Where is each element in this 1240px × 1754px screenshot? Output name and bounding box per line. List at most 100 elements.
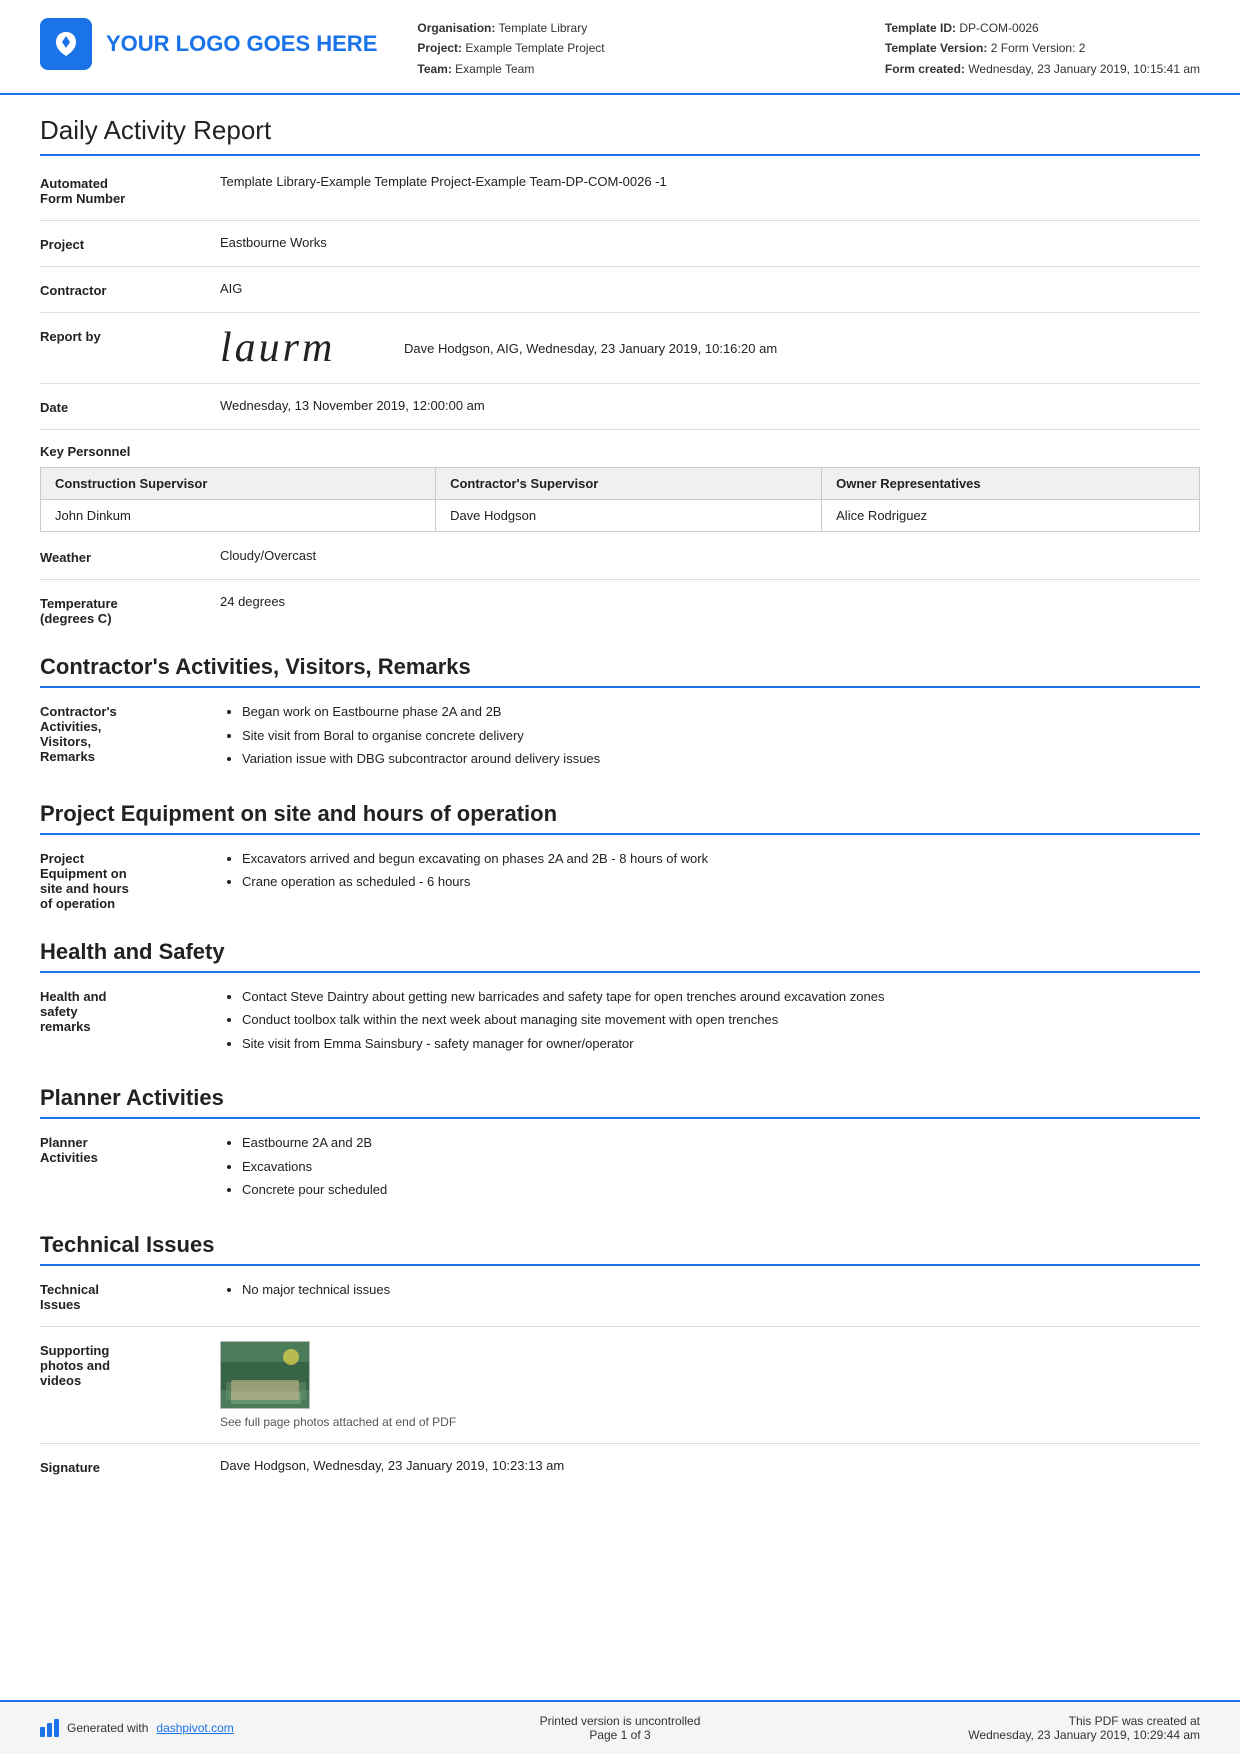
personnel-label: Key Personnel	[40, 444, 1200, 459]
personnel-section: Key Personnel Construction Supervisor Co…	[40, 444, 1200, 532]
list-item: Excavations	[242, 1157, 1200, 1177]
final-signature-label: Signature	[40, 1458, 220, 1475]
form-created-value: Wednesday, 23 January 2019, 10:15:41 am	[968, 62, 1200, 76]
photos-content: See full page photos attached at end of …	[220, 1341, 456, 1429]
form-number-value: Template Library-Example Template Projec…	[220, 174, 1200, 189]
personnel-col2-header: Contractor's Supervisor	[436, 468, 822, 500]
signature-area: laurm Dave Hodgson, AIG, Wednesday, 23 J…	[220, 327, 1200, 369]
logo-area: YOUR LOGO GOES HERE	[40, 18, 377, 70]
project-field-label: Project	[40, 235, 220, 252]
dashpivot-icon	[40, 1719, 59, 1737]
contractors-activities-heading: Contractor's Activities, Visitors, Remar…	[40, 654, 1200, 688]
logo-text: YOUR LOGO GOES HERE	[106, 31, 377, 57]
personnel-cell-3: Alice Rodriguez	[822, 500, 1200, 532]
temperature-label: Temperature(degrees C)	[40, 594, 220, 626]
list-item: Variation issue with DBG subcontractor a…	[242, 749, 1200, 769]
personnel-cell-1: John Dinkum	[41, 500, 436, 532]
planner-heading: Planner Activities	[40, 1085, 1200, 1119]
team-value: Example Team	[455, 62, 534, 76]
contractor-field-label: Contractor	[40, 281, 220, 298]
logo-icon	[40, 18, 92, 70]
project-row: Project Eastbourne Works	[40, 235, 1200, 252]
date-field-value: Wednesday, 13 November 2019, 12:00:00 am	[220, 398, 1200, 413]
main-content: Daily Activity Report AutomatedForm Numb…	[0, 95, 1240, 1565]
equipment-row: ProjectEquipment onsite and hoursof oper…	[40, 849, 1200, 911]
equipment-list: Excavators arrived and begun excavating …	[220, 849, 1200, 896]
report-by-label: Report by	[40, 327, 220, 344]
report-by-row: Report by laurm Dave Hodgson, AIG, Wedne…	[40, 327, 1200, 369]
signature-drawing: laurm	[220, 327, 380, 369]
contractor-field-value: AIG	[220, 281, 1200, 296]
list-item: Began work on Eastbourne phase 2A and 2B	[242, 702, 1200, 722]
contractor-row: Contractor AIG	[40, 281, 1200, 298]
list-item: Crane operation as scheduled - 6 hours	[242, 872, 1200, 892]
technical-label: TechnicalIssues	[40, 1280, 220, 1312]
logo-svg	[50, 28, 82, 60]
weather-label: Weather	[40, 548, 220, 565]
health-safety-row: Health andsafetyremarks Contact Steve Da…	[40, 987, 1200, 1058]
weather-value: Cloudy/Overcast	[220, 548, 1200, 563]
report-by-text: Dave Hodgson, AIG, Wednesday, 23 January…	[404, 341, 777, 356]
photos-row: Supportingphotos andvideos See full page…	[40, 1341, 1200, 1429]
health-safety-list: Contact Steve Daintry about getting new …	[220, 987, 1200, 1058]
weather-row: Weather Cloudy/Overcast	[40, 548, 1200, 565]
form-number-row: AutomatedForm Number Template Library-Ex…	[40, 174, 1200, 206]
project-value: Example Template Project	[465, 41, 604, 55]
contractors-activities-label: Contractor'sActivities,Visitors,Remarks	[40, 702, 220, 764]
personnel-col3-header: Owner Representatives	[822, 468, 1200, 500]
org-value: Template Library	[499, 21, 588, 35]
date-field-label: Date	[40, 398, 220, 415]
footer-page-text: Page 1 of 3	[427, 1728, 814, 1742]
project-label: Project:	[417, 41, 462, 55]
personnel-cell-2: Dave Hodgson	[436, 500, 822, 532]
technical-row: TechnicalIssues No major technical issue…	[40, 1280, 1200, 1312]
personnel-table: Construction Supervisor Contractor's Sup…	[40, 467, 1200, 532]
list-item: Contact Steve Daintry about getting new …	[242, 987, 1200, 1007]
footer-generated-text: Generated with	[67, 1721, 148, 1735]
form-created-label: Form created:	[885, 62, 965, 76]
personnel-data-row: John Dinkum Dave Hodgson Alice Rodriguez	[41, 500, 1200, 532]
report-by-value: laurm Dave Hodgson, AIG, Wednesday, 23 J…	[220, 327, 1200, 369]
final-signature-value: Dave Hodgson, Wednesday, 23 January 2019…	[220, 1458, 1200, 1473]
health-safety-heading: Health and Safety	[40, 939, 1200, 973]
footer-link[interactable]: dashpivot.com	[156, 1721, 233, 1735]
header-meta: Organisation: Template Library Project: …	[417, 18, 885, 79]
list-item: Conduct toolbox talk within the next wee…	[242, 1010, 1200, 1030]
footer: Generated with dashpivot.com Printed ver…	[0, 1700, 1240, 1754]
planner-list: Eastbourne 2A and 2B Excavations Concret…	[220, 1133, 1200, 1204]
form-number-label: AutomatedForm Number	[40, 174, 220, 206]
personnel-col1-header: Construction Supervisor	[41, 468, 436, 500]
final-signature-row: Signature Dave Hodgson, Wednesday, 23 Ja…	[40, 1458, 1200, 1475]
temperature-value: 24 degrees	[220, 594, 1200, 609]
health-safety-label: Health andsafetyremarks	[40, 987, 220, 1034]
template-version-value: 2 Form Version: 2	[991, 41, 1086, 55]
footer-right-text: This PDF was created atWednesday, 23 Jan…	[968, 1714, 1200, 1742]
technical-heading: Technical Issues	[40, 1232, 1200, 1266]
photos-label: Supportingphotos andvideos	[40, 1341, 220, 1388]
list-item: Excavators arrived and begun excavating …	[242, 849, 1200, 869]
equipment-heading: Project Equipment on site and hours of o…	[40, 801, 1200, 835]
date-row: Date Wednesday, 13 November 2019, 12:00:…	[40, 398, 1200, 415]
planner-label: PlannerActivities	[40, 1133, 220, 1165]
equipment-label: ProjectEquipment onsite and hoursof oper…	[40, 849, 220, 911]
footer-uncontrolled-text: Printed version is uncontrolled	[427, 1714, 814, 1728]
header-right: Template ID: DP-COM-0026 Template Versio…	[885, 18, 1200, 79]
footer-center: Printed version is uncontrolled Page 1 o…	[427, 1714, 814, 1742]
photo-thumbnail	[220, 1341, 310, 1409]
photos-caption: See full page photos attached at end of …	[220, 1415, 456, 1429]
org-label: Organisation:	[417, 21, 495, 35]
project-field-value: Eastbourne Works	[220, 235, 1200, 250]
contractors-activities-row: Contractor'sActivities,Visitors,Remarks …	[40, 702, 1200, 773]
list-item: Concrete pour scheduled	[242, 1180, 1200, 1200]
photo-svg	[221, 1342, 310, 1409]
list-item: Site visit from Emma Sainsbury - safety …	[242, 1034, 1200, 1054]
template-id-label: Template ID:	[885, 21, 956, 35]
list-item: Site visit from Boral to organise concre…	[242, 726, 1200, 746]
footer-left: Generated with dashpivot.com	[40, 1719, 427, 1737]
report-title: Daily Activity Report	[40, 115, 1200, 156]
temperature-row: Temperature(degrees C) 24 degrees	[40, 594, 1200, 626]
team-label: Team:	[417, 62, 451, 76]
list-item: Eastbourne 2A and 2B	[242, 1133, 1200, 1153]
technical-list: No major technical issues	[220, 1280, 1200, 1304]
list-item: No major technical issues	[242, 1280, 1200, 1300]
